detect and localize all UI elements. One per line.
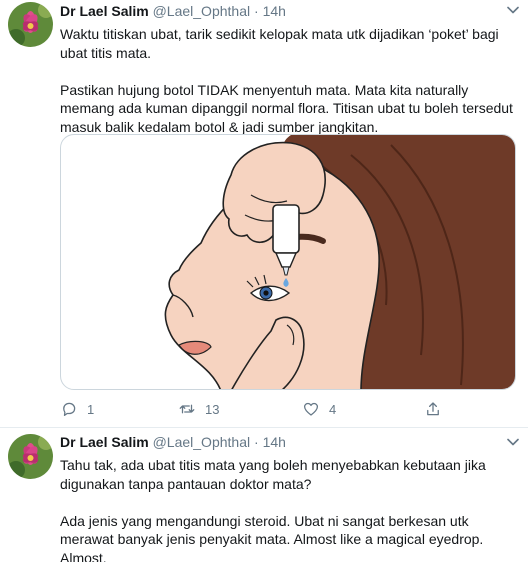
- author-name[interactable]: Dr Lael Salim: [60, 3, 149, 19]
- avatar[interactable]: [8, 2, 53, 47]
- eye-drop-illustration: [164, 135, 515, 389]
- chevron-down-icon[interactable]: [506, 3, 520, 17]
- tweet-image[interactable]: [60, 134, 516, 390]
- tweet-paragraph: Ada jenis yang mengandungi steroid. Ubat…: [60, 512, 518, 562]
- timestamp[interactable]: 14h: [263, 434, 286, 450]
- share-icon[interactable]: [424, 400, 442, 418]
- tweet-header: Dr Lael Salim @Lael_Ophthal · 14h: [60, 433, 286, 451]
- retweet-count: 13: [205, 401, 220, 417]
- author-name[interactable]: Dr Lael Salim: [60, 434, 149, 450]
- tweet-text: Tahu tak, ada ubat titis mata yang boleh…: [60, 456, 518, 562]
- tweet-actions: 1 13 4: [60, 398, 460, 420]
- share-action[interactable]: [424, 398, 451, 420]
- tweet-header: Dr Lael Salim @Lael_Ophthal · 14h: [60, 2, 286, 20]
- like-action[interactable]: 4: [302, 398, 336, 420]
- text-line: Almost.: [60, 549, 107, 562]
- heart-icon[interactable]: [302, 400, 320, 418]
- text-line: Waktu titiskan ubat, tarik sedikit kelop…: [60, 26, 499, 42]
- tweet-paragraph: Waktu titiskan ubat, tarik sedikit kelop…: [60, 25, 518, 62]
- tweet[interactable]: Dr Lael Salim @Lael_Ophthal · 14h Waktu …: [0, 0, 528, 428]
- text-line: Tahu tak, ada ubat titis mata yang boleh…: [60, 457, 486, 473]
- text-line: ubat titis mata.: [60, 44, 152, 61]
- chevron-down-icon[interactable]: [506, 435, 520, 449]
- text-line: memang ada kuman dipanggil normal flora.…: [60, 100, 513, 116]
- separator-dot: ·: [254, 434, 259, 450]
- author-handle[interactable]: @Lael_Ophthal: [153, 434, 251, 450]
- tweet-paragraph: Pastikan hujung botol TIDAK menyentuh ma…: [60, 81, 518, 137]
- like-count: 4: [329, 401, 337, 417]
- text-line: digunakan tanpa pantauan doktor mata?: [60, 475, 312, 492]
- reply-count: 1: [87, 401, 95, 417]
- retweet-icon[interactable]: [178, 400, 196, 418]
- retweet-action[interactable]: 13: [178, 398, 219, 420]
- text-line: Ada jenis yang mengandungi steroid. Ubat…: [60, 512, 469, 529]
- reply-icon[interactable]: [60, 400, 78, 418]
- author-handle[interactable]: @Lael_Ophthal: [153, 3, 251, 19]
- reply-action[interactable]: 1: [60, 398, 94, 420]
- tweet[interactable]: Dr Lael Salim @Lael_Ophthal · 14h Tahu t…: [0, 428, 528, 562]
- tweet-paragraph: Tahu tak, ada ubat titis mata yang boleh…: [60, 456, 518, 493]
- avatar[interactable]: [8, 434, 53, 479]
- separator-dot: ·: [254, 3, 259, 19]
- text-line: merawat banyak jenis penyakit mata. Almo…: [60, 531, 484, 547]
- text-line: Pastikan hujung botol TIDAK menyentuh ma…: [60, 81, 469, 98]
- timestamp[interactable]: 14h: [263, 3, 286, 19]
